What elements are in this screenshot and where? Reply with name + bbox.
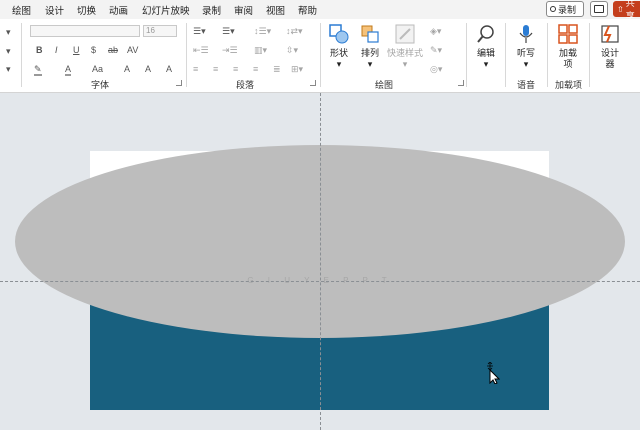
designer-label: 设计器	[600, 48, 619, 69]
bullets-icon[interactable]: ☰▾	[193, 26, 206, 36]
group-separator	[505, 23, 506, 87]
drawing-group-label: 绘图	[375, 80, 394, 90]
columns-icon[interactable]: ▥▾	[254, 45, 267, 55]
chevron-down-icon[interactable]: ▾	[6, 27, 11, 37]
tab-review[interactable]: 审阅	[234, 3, 253, 17]
increase-indent-icon[interactable]: ⇥☰	[222, 45, 238, 55]
record-button[interactable]: 录制	[546, 1, 584, 17]
numbering-icon[interactable]: ☰▾	[222, 26, 235, 36]
microphone-icon	[519, 25, 533, 43]
chevron-down-icon: ▾	[483, 59, 489, 69]
editing-label: 编辑	[476, 48, 495, 58]
decrease-indent-icon[interactable]: ⇤☰	[193, 45, 209, 55]
editing-button[interactable]: 编辑 ▾	[472, 23, 500, 70]
addins-button[interactable]: 加载项	[553, 23, 583, 70]
chevron-down-icon: ▾	[402, 59, 408, 69]
group-separator	[186, 23, 187, 87]
chevron-down-icon: ▾	[367, 59, 373, 69]
font-size-value: 16	[146, 26, 155, 35]
tab-animations[interactable]: 动画	[109, 3, 128, 17]
voice-group-label: 语音	[517, 80, 536, 90]
shape-effects-icon[interactable]: ◎▾	[430, 64, 442, 74]
share-icon: ⇧	[617, 4, 624, 14]
arrange-icon	[361, 25, 379, 43]
share-button[interactable]: ⇧ 共享	[613, 0, 640, 21]
italic-button[interactable]: I	[55, 45, 58, 55]
group-separator	[547, 23, 548, 87]
move-cursor-icon	[487, 362, 500, 384]
quick-styles-button[interactable]: 快速样式 ▾	[386, 23, 424, 70]
shapes-label: 形状	[329, 48, 348, 58]
comment-icon	[594, 5, 604, 13]
bold-button[interactable]: B	[36, 45, 43, 55]
comments-button[interactable]	[590, 1, 608, 17]
distribute-icon[interactable]: ≣	[273, 64, 281, 74]
designer-icon	[601, 25, 619, 43]
group-separator	[21, 23, 22, 87]
change-case-button[interactable]: Aa	[92, 64, 103, 74]
group-separator	[466, 23, 467, 87]
vertical-guide[interactable]	[320, 93, 321, 430]
quick-styles-label: 快速样式	[386, 48, 423, 58]
tab-view[interactable]: 视图	[266, 3, 285, 17]
font-color-button[interactable]: A	[65, 64, 72, 76]
tab-transitions[interactable]: 切换	[77, 3, 96, 17]
align-text-icon[interactable]: ⇳▾	[286, 45, 298, 55]
text-direction-icon[interactable]: ↕⇄▾	[286, 26, 303, 36]
quick-styles-icon	[395, 24, 415, 44]
chevron-down-icon[interactable]: ▾	[6, 46, 11, 56]
font-name-combo[interactable]	[30, 25, 140, 37]
record-label: 录制	[558, 4, 577, 15]
tab-help[interactable]: 帮助	[298, 3, 317, 17]
line-spacing-icon[interactable]: ↕☰▾	[254, 26, 271, 36]
font-group-label: 字体	[91, 80, 110, 90]
addins-button-label: 加载项	[558, 48, 577, 69]
arrange-label: 排列	[360, 48, 379, 58]
paragraph-dialog-launcher-icon[interactable]	[310, 80, 316, 86]
decrease-font-button[interactable]: A	[145, 64, 151, 74]
text-shadow-button[interactable]: $	[91, 45, 96, 55]
increase-font-button[interactable]: A	[124, 64, 130, 74]
font-dialog-launcher-icon[interactable]	[176, 80, 182, 86]
justify-icon[interactable]: ≡	[253, 64, 258, 74]
tab-record[interactable]: 录制	[202, 3, 221, 17]
group-separator	[589, 23, 590, 87]
chevron-down-icon: ▾	[523, 59, 529, 69]
tab-design[interactable]: 设计	[45, 3, 64, 17]
ribbon: ▾ ▾ ▾ 16 B I U $ ab AV ✎ A Aa A A A 字体 ☰…	[0, 19, 640, 93]
record-dot-icon	[550, 6, 556, 12]
dictate-label: 听写	[516, 48, 535, 58]
align-right-icon[interactable]: ≡	[233, 64, 238, 74]
group-separator	[320, 23, 321, 87]
search-icon	[477, 25, 494, 43]
arrange-button[interactable]: 排列 ▾	[356, 23, 384, 70]
chevron-down-icon: ▾	[336, 59, 342, 69]
strikethrough-button[interactable]: ab	[108, 45, 118, 55]
drawing-dialog-launcher-icon[interactable]	[458, 80, 464, 86]
addins-group-label: 加载项	[555, 80, 583, 90]
chevron-down-icon[interactable]: ▾	[6, 64, 11, 74]
shape-fill-icon[interactable]: ◈▾	[430, 26, 441, 36]
smartart-icon[interactable]: ⊞▾	[291, 64, 303, 74]
highlight-color-icon[interactable]: ✎	[34, 64, 42, 76]
align-left-icon[interactable]: ≡	[193, 64, 198, 74]
designer-button[interactable]: 设计器	[596, 23, 624, 70]
shapes-icon	[329, 24, 349, 44]
shape-outline-icon[interactable]: ✎▾	[430, 45, 442, 55]
paragraph-group-label: 段落	[236, 80, 255, 90]
shapes-button[interactable]: 形状 ▾	[325, 23, 353, 70]
font-size-combo[interactable]: 16	[143, 25, 177, 37]
ribbon-tab-bar: 绘图 设计 切换 动画 幻灯片放映 录制 审阅 视图 帮助 录制 ⇧ 共享	[0, 0, 640, 21]
underline-button[interactable]: U	[73, 45, 80, 55]
addins-grid-icon	[558, 24, 578, 44]
tab-slideshow[interactable]: 幻灯片放映	[142, 3, 190, 17]
clear-formatting-button[interactable]: A	[166, 64, 172, 74]
dictate-button[interactable]: 听写 ▾	[512, 23, 540, 70]
tab-draw[interactable]: 绘图	[12, 3, 31, 17]
align-center-icon[interactable]: ≡	[213, 64, 218, 74]
character-spacing-button[interactable]: AV	[127, 45, 138, 55]
